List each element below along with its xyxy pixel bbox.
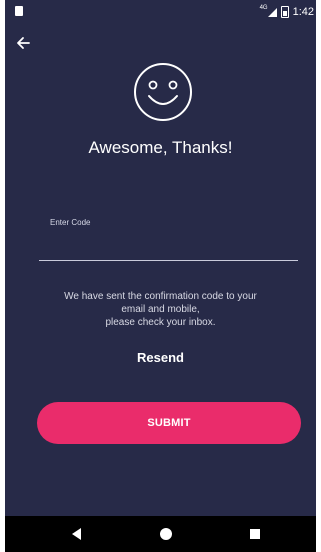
signal-icon	[267, 7, 277, 17]
recents-square-icon[interactable]	[250, 529, 260, 539]
confirmation-line-1: We have sent the confirmation code to yo…	[64, 291, 257, 302]
confirmation-line-3: please check your inbox.	[105, 317, 216, 328]
resend-button[interactable]: Resend	[5, 350, 316, 365]
navigation-bar	[5, 516, 316, 552]
app-screen: 4G 1:42 Awesome, Thanks! Enter Code We h…	[5, 0, 316, 552]
network-type: 4G	[259, 5, 268, 11]
status-indicators: 4G 1:42	[260, 4, 314, 20]
home-circle-icon[interactable]	[160, 528, 172, 540]
smiley-face-icon	[134, 63, 192, 121]
back-button[interactable]	[15, 35, 39, 55]
notification-icon	[15, 6, 23, 16]
submit-button[interactable]: SUBMIT	[37, 402, 301, 444]
code-input[interactable]	[39, 230, 298, 261]
status-bar: 4G 1:42	[5, 0, 316, 24]
status-time: 1:42	[292, 6, 314, 18]
arrow-left-icon	[17, 37, 30, 49]
confirmation-message: We have sent the confirmation code to yo…	[5, 290, 316, 329]
confirmation-line-2: email and mobile,	[121, 304, 200, 315]
page-title: Awesome, Thanks!	[88, 138, 233, 157]
battery-icon	[280, 6, 289, 18]
back-triangle-icon[interactable]	[72, 528, 81, 540]
code-field-label: Enter Code	[50, 218, 91, 227]
